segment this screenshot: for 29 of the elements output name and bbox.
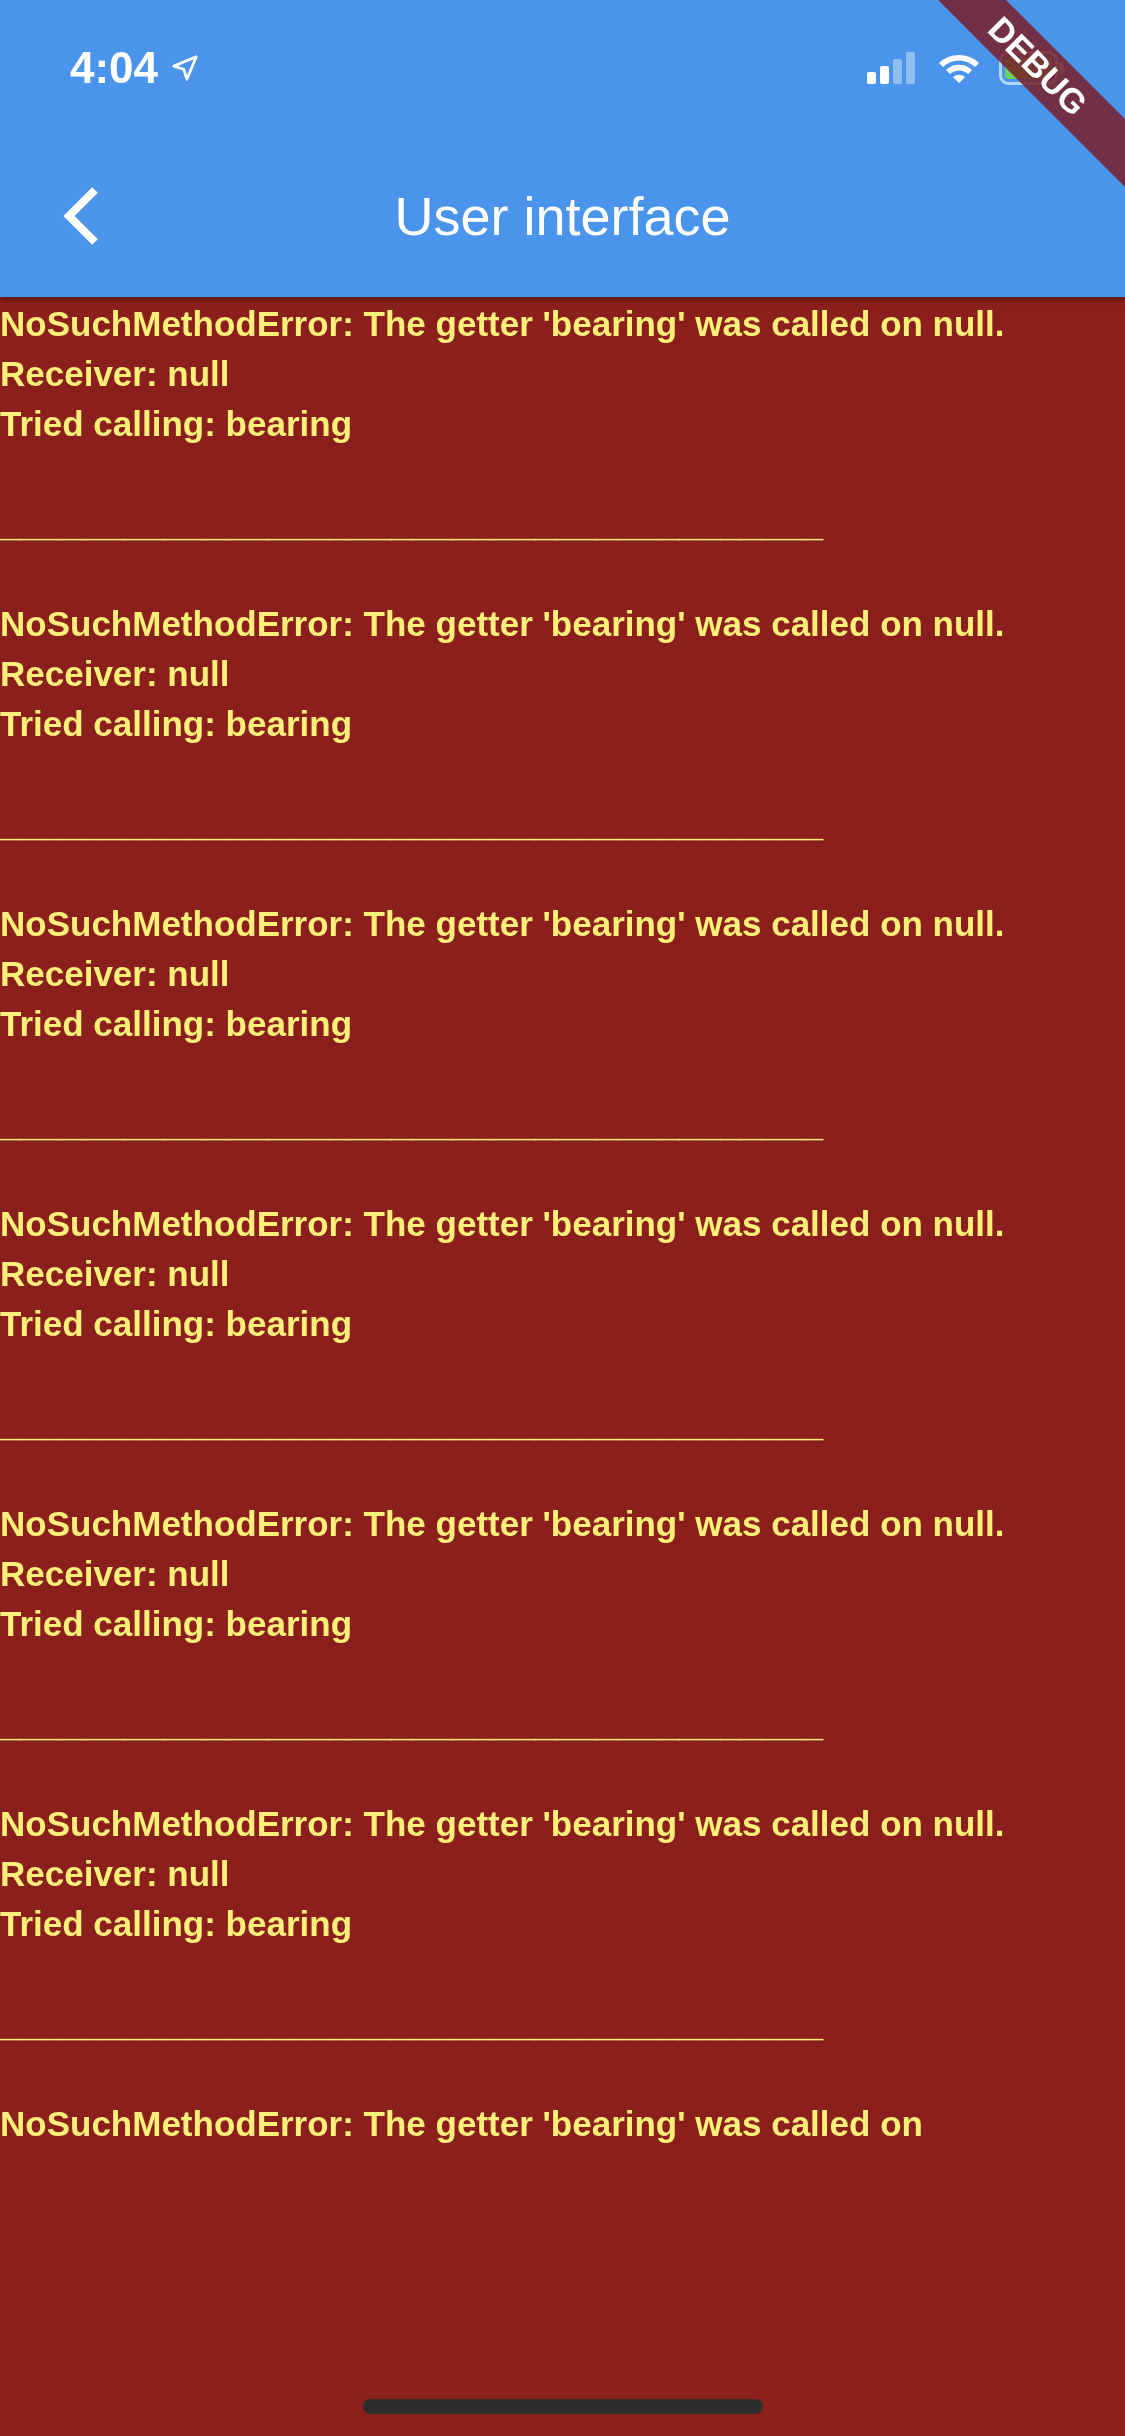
location-arrow-icon: [170, 52, 201, 83]
status-time: 4:04: [70, 42, 159, 93]
separator-text: ________________________________________: [0, 802, 824, 846]
error-text: Tried calling: bearing: [0, 1903, 354, 1945]
error-text: Receiver: null: [0, 1253, 231, 1295]
separator-text: ________________________________________: [0, 502, 824, 546]
error-text: Receiver: null: [0, 1553, 231, 1595]
screen-title: User interface: [394, 185, 731, 247]
error-text: NoSuchMethodError: The getter 'bearing' was called on null.: [0, 1503, 1006, 1545]
error-text: NoSuchMethodError: The getter 'bearing' was called on null.: [0, 1803, 1006, 1845]
error-text: NoSuchMethodError: The getter 'bearing' was called on null.: [0, 1203, 1006, 1245]
error-text: NoSuchMethodError: The getter 'bearing' was called on null.: [0, 603, 1006, 645]
separator-text: ________________________________________: [0, 1102, 824, 1146]
error-text: Receiver: null: [0, 1853, 231, 1895]
error-text: NoSuchMethodError: The getter 'bearing' was called on: [0, 2103, 924, 2145]
back-chevron-icon: [63, 186, 101, 246]
error-text: NoSuchMethodError: The getter 'bearing' was called on null.: [0, 903, 1006, 945]
error-text: Tried calling: bearing: [0, 703, 354, 745]
error-text: Tried calling: bearing: [0, 1003, 354, 1045]
error-text: Receiver: null: [0, 353, 231, 395]
error-text: Receiver: null: [0, 653, 231, 695]
error-text: Tried calling: bearing: [0, 1603, 354, 1645]
error-text: Tried calling: bearing: [0, 1303, 354, 1345]
separator-text: ________________________________________: [0, 2002, 824, 2046]
error-text: Receiver: null: [0, 953, 231, 995]
error-text: NoSuchMethodError: The getter 'bearing' was called on null.: [0, 303, 1006, 345]
error-text: Tried calling: bearing: [0, 403, 354, 445]
separator-text: ________________________________________: [0, 1402, 824, 1446]
separator-text: ________________________________________: [0, 1702, 824, 1746]
